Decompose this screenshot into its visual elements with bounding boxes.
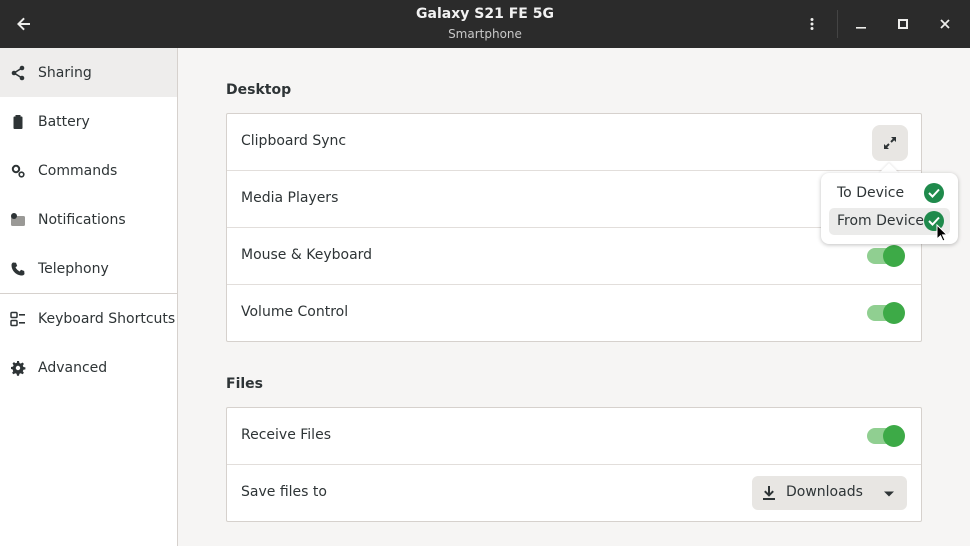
section-title-desktop: Desktop <box>226 82 292 98</box>
check-icon[interactable] <box>924 183 944 203</box>
row-label: Volume Control <box>241 304 349 320</box>
sidebar-item-label: Battery <box>38 113 90 130</box>
sidebar-item-label: Notifications <box>38 211 126 228</box>
download-icon <box>763 486 775 500</box>
receive-files-switch[interactable] <box>867 425 905 447</box>
minimize-button[interactable] <box>840 0 882 48</box>
sidebar-item-label: Commands <box>38 162 118 179</box>
sidebar-item-sharing[interactable]: Sharing <box>0 48 177 97</box>
commands-icon <box>10 163 26 179</box>
list-row-clipboard-sync: Clipboard Sync <box>227 114 921 171</box>
gear-icon <box>10 360 26 376</box>
popover-item-to-device[interactable]: To Device <box>829 180 950 207</box>
sidebar-item-label: Telephony <box>38 260 109 277</box>
list-row-save-files-to: Save files to Downloads <box>227 465 921 522</box>
clipboard-sync-direction-button[interactable] <box>872 125 908 161</box>
sidebar-item-label: Advanced <box>38 359 108 376</box>
switch-knob <box>883 245 905 267</box>
header-separator <box>837 10 838 38</box>
close-button[interactable] <box>924 0 966 48</box>
chevron-down-icon <box>884 491 894 497</box>
sidebar-item-label: Keyboard Shortcuts <box>38 310 176 327</box>
mouse-keyboard-switch[interactable] <box>867 245 905 267</box>
sync-arrows-icon <box>884 137 896 149</box>
row-label: Receive Files <box>241 427 331 443</box>
row-label: Mouse & Keyboard <box>241 247 373 263</box>
dropdown-value: Downloads <box>786 484 863 500</box>
close-icon <box>940 19 950 29</box>
maximize-icon <box>898 19 908 29</box>
switch-knob <box>883 425 905 447</box>
sidebar-item-commands[interactable]: Commands <box>0 146 177 195</box>
popover-item-label: From Device <box>837 213 925 229</box>
files-list: Receive Files Save files to Downloads <box>226 407 922 522</box>
mouse-cursor-icon <box>936 224 948 242</box>
menu-button[interactable] <box>791 0 833 48</box>
volume-control-switch[interactable] <box>867 302 905 324</box>
share-icon <box>10 65 26 81</box>
phone-icon <box>10 261 26 277</box>
save-location-dropdown[interactable]: Downloads <box>752 476 907 510</box>
sidebar-item-notifications[interactable]: Notifications <box>0 195 177 244</box>
row-label: Media Players <box>241 190 339 206</box>
maximize-button[interactable] <box>882 0 924 48</box>
sidebar: Sharing Battery Commands Notifications T… <box>0 48 178 546</box>
sidebar-item-label: Sharing <box>38 64 92 81</box>
sidebar-item-battery[interactable]: Battery <box>0 97 177 146</box>
desktop-list: Clipboard Sync Media Players Mouse & Key… <box>226 113 922 342</box>
notifications-icon <box>10 212 26 228</box>
header-bar: Galaxy S21 FE 5G Smartphone <box>0 0 970 48</box>
switch-knob <box>883 302 905 324</box>
row-label: Save files to <box>241 484 327 500</box>
keyboard-shortcuts-icon <box>10 311 26 327</box>
sidebar-item-telephony[interactable]: Telephony <box>0 244 177 293</box>
vertical-dots-icon <box>810 18 814 30</box>
popover-item-label: To Device <box>837 185 905 201</box>
sidebar-item-advanced[interactable]: Advanced <box>0 343 177 392</box>
list-row-mouse-keyboard: Mouse & Keyboard <box>227 228 921 285</box>
sidebar-item-keyboard-shortcuts[interactable]: Keyboard Shortcuts <box>0 294 177 343</box>
row-label: Clipboard Sync <box>241 133 347 149</box>
section-title-files: Files <box>226 376 263 392</box>
list-row-media-players: Media Players <box>227 171 921 228</box>
minimize-icon <box>856 27 866 29</box>
list-row-receive-files: Receive Files <box>227 408 921 465</box>
popover-item-from-device[interactable]: From Device <box>829 208 950 235</box>
list-row-volume-control: Volume Control <box>227 285 921 342</box>
battery-icon <box>10 114 26 130</box>
